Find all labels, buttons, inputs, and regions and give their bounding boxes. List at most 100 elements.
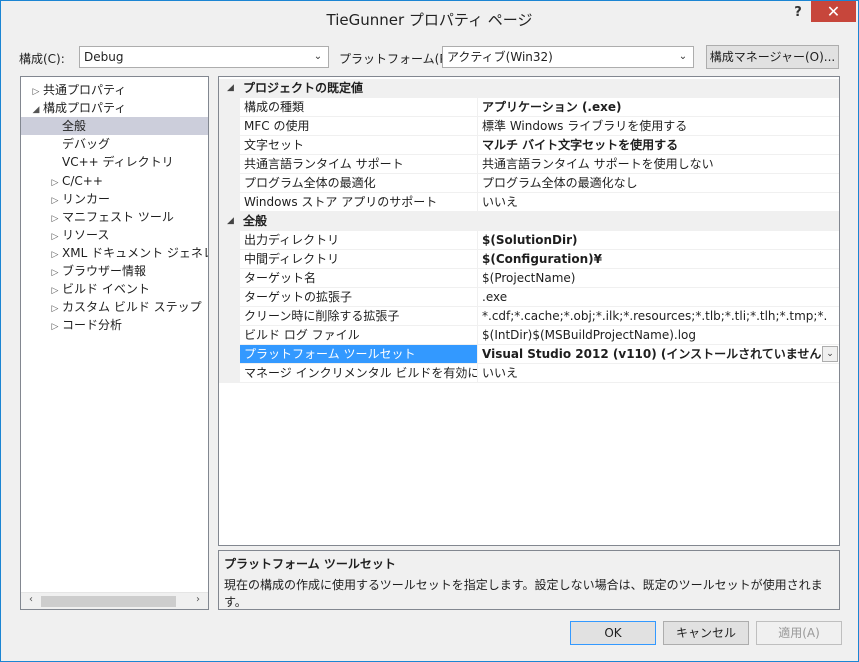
expander-icon[interactable]: ◢ bbox=[29, 101, 43, 119]
tree-horizontal-scrollbar[interactable]: ‹ › bbox=[21, 592, 208, 609]
expander-icon[interactable]: ▷ bbox=[48, 174, 62, 192]
property-value[interactable]: プログラム全体の最適化なし bbox=[478, 174, 839, 193]
property-name[interactable]: Windows ストア アプリのサポート bbox=[240, 193, 478, 212]
chevron-down-icon: ⌄ bbox=[313, 51, 323, 62]
tree-item[interactable]: ▷XML ドキュメント ジェネレータ bbox=[21, 244, 208, 262]
property-name[interactable]: 文字セット bbox=[240, 136, 478, 155]
row-gutter bbox=[219, 155, 240, 174]
property-row[interactable]: プラットフォーム ツールセット Visual Studio 2012 (v110)… bbox=[219, 345, 839, 364]
scroll-right-icon[interactable]: › bbox=[190, 594, 206, 609]
property-name[interactable]: MFC の使用 bbox=[240, 117, 478, 136]
expander-icon[interactable]: ▷ bbox=[48, 264, 62, 282]
tree-item[interactable]: ▷ カスタム ビルド ステップ bbox=[21, 298, 208, 316]
tree-item-label: カスタム ビルド ステップ bbox=[62, 300, 202, 315]
property-row[interactable]: 中間ディレクトリ $(Configuration)¥ bbox=[219, 250, 839, 269]
tree-item[interactable]: ▷ マニフェスト ツール bbox=[21, 208, 208, 226]
tree-item-label: ブラウザー情報 bbox=[62, 264, 147, 278]
scroll-left-icon[interactable]: ‹ bbox=[23, 594, 39, 609]
row-gutter bbox=[219, 345, 240, 364]
scroll-thumb[interactable] bbox=[41, 596, 176, 607]
property-value[interactable]: アプリケーション (.exe) bbox=[478, 98, 839, 117]
collapse-icon[interactable]: ◢ bbox=[227, 212, 234, 231]
property-value[interactable]: 共通言語ランタイム サポートを使用しない bbox=[478, 155, 839, 174]
platform-select-value: アクティブ(Win32) bbox=[447, 50, 553, 64]
tree-item[interactable]: ◢ 構成プロパティ bbox=[21, 99, 208, 117]
platform-select[interactable]: アクティブ(Win32) ⌄ bbox=[442, 46, 694, 68]
property-row[interactable]: ビルド ログ ファイル $(IntDir)$(MSBuildProjectName… bbox=[219, 326, 839, 345]
expander-icon[interactable]: ▷ bbox=[48, 318, 62, 336]
property-value[interactable]: $(ProjectName) bbox=[478, 269, 839, 288]
expander-icon[interactable]: ▷ bbox=[48, 210, 62, 228]
expander-icon[interactable]: ▷ bbox=[48, 300, 62, 318]
collapse-icon[interactable]: ◢ bbox=[227, 79, 234, 98]
expander-icon[interactable]: ▷ bbox=[48, 228, 62, 246]
tree-item[interactable]: ▷ ビルド イベント bbox=[21, 280, 208, 298]
help-button[interactable]: ? bbox=[786, 5, 810, 25]
config-manager-button[interactable]: 構成マネージャー(O)... bbox=[706, 45, 839, 69]
description-panel: プラットフォーム ツールセット 現在の構成の作成に使用するツールセットを指定しま… bbox=[218, 550, 840, 610]
apply-button[interactable]: 適用(A) bbox=[756, 621, 842, 645]
property-value[interactable]: いいえ bbox=[478, 193, 839, 212]
property-name[interactable]: プラットフォーム ツールセット bbox=[240, 345, 478, 364]
property-name[interactable]: ターゲット名 bbox=[240, 269, 478, 288]
property-pages-dialog: TieGunner プロパティ ページ ? ✕ 構成(C): Debug ⌄ プ… bbox=[0, 0, 859, 662]
property-name[interactable]: ビルド ログ ファイル bbox=[240, 326, 478, 345]
property-row[interactable]: 構成の種類 アプリケーション (.exe) bbox=[219, 98, 839, 117]
tree-item[interactable]: ▷ コード分析 bbox=[21, 316, 208, 334]
property-name[interactable]: マネージ インクリメンタル ビルドを有効にする bbox=[240, 364, 478, 383]
property-name[interactable]: 出力ディレクトリ bbox=[240, 231, 478, 250]
tree-item-label: XML ドキュメント ジェネレータ bbox=[62, 245, 208, 260]
row-gutter bbox=[219, 117, 240, 136]
config-select[interactable]: Debug ⌄ bbox=[79, 46, 329, 68]
property-name[interactable]: 構成の種類 bbox=[240, 98, 478, 117]
property-value[interactable]: $(IntDir)$(MSBuildProjectName).log bbox=[478, 326, 839, 345]
tree-item[interactable]: ▷ リソース bbox=[21, 226, 208, 244]
tree-item[interactable]: VC++ ディレクトリ bbox=[21, 153, 208, 171]
property-category[interactable]: ◢ プロジェクトの既定値 bbox=[219, 79, 839, 98]
row-gutter bbox=[219, 98, 240, 117]
tree-item-label: 共通プロパティ bbox=[43, 83, 127, 97]
tree-item-label: コード分析 bbox=[62, 318, 123, 333]
property-row[interactable]: クリーン時に削除する拡張子 *.cdf;*.cache;*.obj;*.ilk;*… bbox=[219, 307, 839, 326]
expander-icon[interactable]: ▷ bbox=[48, 192, 62, 210]
property-name[interactable]: ターゲットの拡張子 bbox=[240, 288, 478, 307]
tree-item[interactable]: デバッグ bbox=[21, 135, 208, 153]
property-row[interactable]: MFC の使用 標準 Windows ライブラリを使用する bbox=[219, 117, 839, 136]
property-row[interactable]: 文字セット マルチ バイト文字セットを使用する bbox=[219, 136, 839, 155]
close-button[interactable]: ✕ bbox=[811, 1, 856, 22]
property-value[interactable]: $(SolutionDir) bbox=[478, 231, 839, 250]
property-value[interactable]: $(Configuration)¥ bbox=[478, 250, 839, 269]
row-gutter bbox=[219, 269, 240, 288]
ok-button[interactable]: OK bbox=[570, 621, 656, 645]
tree-item[interactable]: ▷ 共通プロパティ bbox=[21, 81, 208, 99]
tree-item[interactable]: ▷ C/C++ bbox=[21, 172, 208, 190]
tree-item[interactable]: ▷ リンカー bbox=[21, 190, 208, 208]
property-row[interactable]: マネージ インクリメンタル ビルドを有効にする いいえ bbox=[219, 364, 839, 383]
property-row[interactable]: 共通言語ランタイム サポート 共通言語ランタイム サポートを使用しない bbox=[219, 155, 839, 174]
property-name[interactable]: プログラム全体の最適化 bbox=[240, 174, 478, 193]
cancel-button[interactable]: キャンセル bbox=[663, 621, 749, 645]
property-row[interactable]: Windows ストア アプリのサポート いいえ bbox=[219, 193, 839, 212]
property-row[interactable]: ターゲット名 $(ProjectName) bbox=[219, 269, 839, 288]
property-value[interactable]: *.cdf;*.cache;*.obj;*.ilk;*.resources;*.… bbox=[478, 307, 839, 326]
property-value[interactable]: 標準 Windows ライブラリを使用する bbox=[478, 117, 839, 136]
description-title: プラットフォーム ツールセット bbox=[224, 557, 396, 571]
property-row[interactable]: プログラム全体の最適化 プログラム全体の最適化なし bbox=[219, 174, 839, 193]
property-name[interactable]: 中間ディレクトリ bbox=[240, 250, 478, 269]
platform-label: プラットフォーム(P): bbox=[339, 52, 456, 66]
property-category[interactable]: ◢ 全般 bbox=[219, 212, 839, 231]
property-value[interactable]: いいえ bbox=[478, 364, 839, 383]
property-name[interactable]: 共通言語ランタイム サポート bbox=[240, 155, 478, 174]
property-value[interactable]: .exe bbox=[478, 288, 839, 307]
expander-icon[interactable]: ▷ bbox=[48, 246, 62, 264]
expander-icon[interactable]: ▷ bbox=[29, 83, 43, 101]
property-value[interactable]: マルチ バイト文字セットを使用する bbox=[478, 136, 839, 155]
property-value[interactable]: Visual Studio 2012 (v110) (インストールされていません… bbox=[478, 345, 839, 364]
property-name[interactable]: クリーン時に削除する拡張子 bbox=[240, 307, 478, 326]
tree-item[interactable]: 全般 bbox=[21, 117, 208, 136]
tree-item[interactable]: ▷ ブラウザー情報 bbox=[21, 262, 208, 280]
expander-icon[interactable]: ▷ bbox=[48, 282, 62, 300]
property-row[interactable]: ターゲットの拡張子 .exe bbox=[219, 288, 839, 307]
chevron-down-icon[interactable]: ⌄ bbox=[822, 346, 838, 362]
property-row[interactable]: 出力ディレクトリ $(SolutionDir) bbox=[219, 231, 839, 250]
